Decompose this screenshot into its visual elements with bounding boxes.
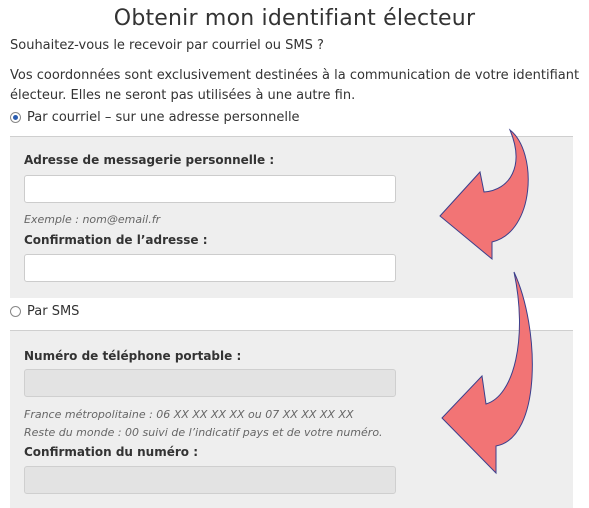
info-text: Vos coordonnées sont exclusivement desti… bbox=[10, 68, 580, 103]
email-option[interactable]: Par courriel – sur une adresse personnel… bbox=[10, 110, 300, 125]
sms-option[interactable]: Par SMS bbox=[10, 304, 79, 319]
email-confirm-label: Confirmation de l’adresse : bbox=[24, 233, 208, 247]
email-confirm-input[interactable] bbox=[24, 254, 396, 282]
page-title: Obtenir mon identifiant électeur bbox=[113, 6, 476, 31]
email-example: Exemple : nom@email.fr bbox=[24, 213, 161, 226]
curved-arrow-icon bbox=[439, 128, 529, 261]
delivery-question: Souhaitez-vous le recevoir par courriel … bbox=[10, 38, 324, 53]
sms-radio-icon[interactable] bbox=[10, 306, 21, 317]
phone-confirm-label: Confirmation du numéro : bbox=[24, 445, 198, 459]
email-address-label: Adresse de messagerie personnelle : bbox=[24, 153, 275, 167]
curved-arrow-icon bbox=[441, 271, 533, 475]
phone-label: Numéro de téléphone portable : bbox=[24, 349, 242, 363]
phone-input[interactable] bbox=[24, 369, 396, 397]
email-address-input[interactable] bbox=[24, 175, 396, 203]
email-radio-icon[interactable] bbox=[10, 112, 21, 123]
phone-help-line1: France métropolitaine : 06 XX XX XX XX o… bbox=[24, 408, 354, 421]
phone-help-line2: Reste du monde : 00 suivi de l’indicatif… bbox=[24, 426, 383, 439]
sms-option-label[interactable]: Par SMS bbox=[27, 304, 79, 319]
phone-confirm-input[interactable] bbox=[24, 466, 396, 494]
email-option-label[interactable]: Par courriel – sur une adresse personnel… bbox=[27, 110, 300, 125]
